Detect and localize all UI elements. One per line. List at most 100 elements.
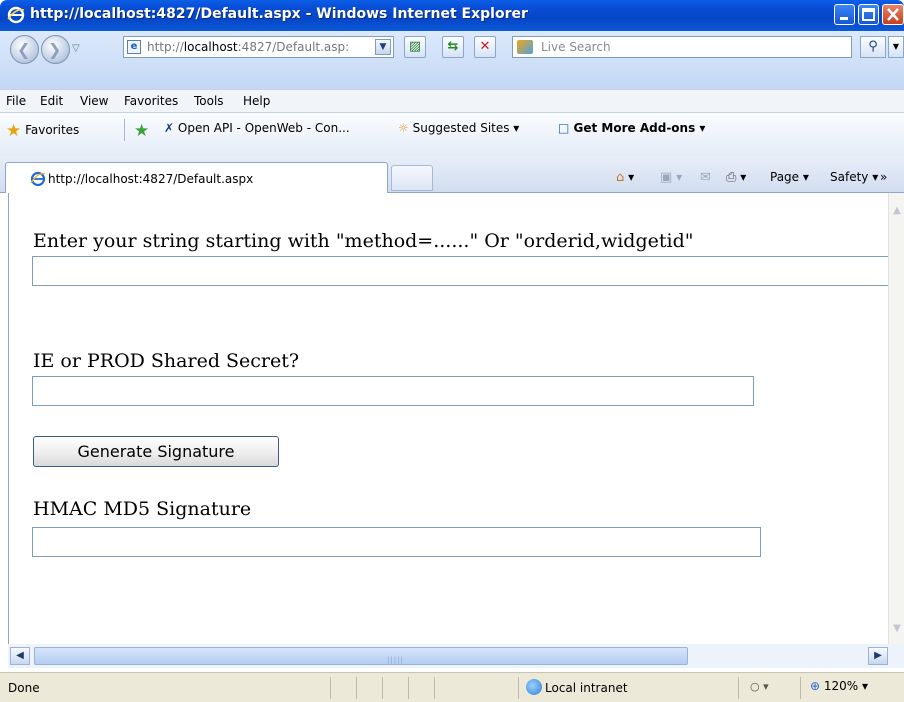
signature-output-field[interactable]: [32, 527, 761, 557]
scroll-down-arrow-icon[interactable]: ▼: [890, 623, 904, 639]
refresh-button[interactable]: ⇆: [442, 36, 464, 58]
divider: [124, 119, 125, 141]
maximize-icon: [862, 8, 875, 21]
magnifier-icon: ⚲: [868, 39, 878, 54]
protected-mode-button[interactable]: ○ ▾: [750, 680, 769, 693]
ie-page-icon: □: [558, 121, 570, 135]
favorite-link-suggested-sites[interactable]: ☼ Suggested Sites ▾: [398, 121, 519, 135]
mail-icon: ✉: [700, 170, 711, 185]
status-divider: [356, 677, 357, 699]
status-divider: [330, 677, 331, 699]
navigation-toolbar: ❮ ❯ ▽ e http://localhost:4827/Default.as…: [0, 31, 904, 89]
generate-signature-button[interactable]: Generate Signature: [33, 436, 279, 467]
menu-bar: File Edit View Favorites Tools Help: [0, 89, 904, 113]
print-button[interactable]: ⎙ ▾: [726, 170, 746, 185]
back-button[interactable]: ❮: [10, 35, 39, 64]
forward-button[interactable]: ❯: [41, 35, 70, 64]
status-bar: Done Local intranet ○ ▾ ⊕ 120% ▾: [0, 672, 904, 702]
menu-view[interactable]: View: [80, 94, 108, 108]
home-button[interactable]: ⌂ ▾: [616, 170, 634, 185]
page-content: Enter your string starting with "method=…: [8, 193, 889, 644]
address-dropdown-button[interactable]: ▼: [375, 39, 391, 55]
forward-arrow-icon: ❯: [48, 40, 62, 59]
favorites-star-icon: ★: [6, 121, 22, 141]
search-options-dropdown[interactable]: ▼: [888, 36, 904, 58]
internet-explorer-icon: [7, 6, 25, 24]
feeds-button[interactable]: ▣ ▾: [660, 170, 682, 185]
shared-secret-field[interactable]: [32, 376, 754, 406]
shared-secret-label: IE or PROD Shared Secret?: [33, 350, 300, 372]
input-string-field[interactable]: [32, 256, 889, 286]
safety-menu[interactable]: Safety ▾: [830, 170, 878, 184]
status-divider: [518, 677, 519, 699]
more-commands-button[interactable]: »: [880, 170, 900, 184]
stop-button[interactable]: ✕: [474, 36, 496, 58]
window-title: http://localhost:4827/Default.aspx - Win…: [30, 6, 528, 22]
menu-edit[interactable]: Edit: [40, 94, 63, 108]
status-divider: [382, 677, 383, 699]
address-url[interactable]: http://localhost:4827/Default.asp:: [147, 40, 362, 54]
favorite-link-label: Suggested Sites ▾: [412, 121, 520, 135]
minimize-icon: [840, 17, 848, 20]
refresh-icon: ⇆: [447, 39, 459, 54]
favorites-label: Favorites: [25, 123, 80, 137]
openweb-icon: ✗: [164, 121, 175, 135]
scroll-right-arrow-icon[interactable]: ▶: [868, 647, 888, 665]
status-divider: [434, 677, 435, 699]
compatibility-icon: ▨: [408, 39, 422, 54]
tab-row: http://localhost:4827/Default.aspx ⌂ ▾ ▣…: [0, 157, 904, 193]
add-favorite-icon: ★: [134, 121, 150, 141]
favorite-link-label: Open API - OpenWeb - Con...: [177, 121, 350, 135]
status-divider: [738, 677, 739, 699]
horizontal-scroll-thumb[interactable]: |||||: [34, 647, 688, 665]
favorite-link-label: Get More Add-ons ▾: [573, 121, 706, 135]
page-icon: e: [127, 40, 141, 54]
home-icon: ⌂: [616, 170, 625, 185]
favorites-button[interactable]: ★ Favorites: [6, 121, 79, 141]
live-search-icon: [517, 40, 533, 54]
maximize-button[interactable]: [858, 4, 879, 25]
stop-icon: ✕: [479, 39, 491, 54]
mail-button[interactable]: ✉: [700, 170, 711, 185]
tab-title: http://localhost:4827/Default.aspx: [48, 172, 254, 186]
scroll-up-arrow-icon[interactable]: ▲: [890, 205, 904, 221]
tab-active[interactable]: http://localhost:4827/Default.aspx: [5, 162, 388, 193]
close-button[interactable]: [882, 4, 904, 25]
title-bar[interactable]: http://localhost:4827/Default.aspx - Win…: [0, 0, 904, 31]
zone-label: Local intranet: [545, 681, 628, 695]
input-string-label: Enter your string starting with "method=…: [33, 230, 694, 252]
search-placeholder: Live Search: [541, 40, 611, 54]
recent-pages-dropdown[interactable]: ▽: [72, 43, 80, 54]
security-zone[interactable]: Local intranet: [526, 679, 628, 695]
internet-explorer-icon: [30, 171, 46, 187]
horizontal-scrollbar[interactable]: ◀ ||||| ▶: [8, 644, 904, 668]
rss-icon: ▣: [660, 170, 673, 185]
printer-icon: ⎙: [726, 170, 737, 185]
status-text: Done: [8, 681, 40, 695]
close-icon: [887, 8, 899, 21]
favorite-link-get-addons[interactable]: □ Get More Add-ons ▾: [558, 121, 705, 135]
menu-file[interactable]: File: [6, 94, 26, 108]
menu-tools[interactable]: Tools: [194, 94, 224, 108]
zoom-level: 120%: [823, 679, 859, 693]
signature-label: HMAC MD5 Signature: [33, 498, 252, 520]
page-menu[interactable]: Page ▾: [770, 170, 809, 184]
address-bar[interactable]: e http://localhost:4827/Default.asp: ▼: [123, 36, 394, 58]
compatibility-view-button[interactable]: ▨: [404, 36, 426, 58]
status-divider: [408, 677, 409, 699]
new-tab-button[interactable]: [391, 165, 433, 191]
minimize-button[interactable]: [834, 4, 855, 25]
add-to-favorites-bar-button[interactable]: ★: [134, 121, 149, 141]
search-box[interactable]: Live Search: [512, 36, 852, 58]
status-divider: [800, 677, 801, 699]
favorite-link-openweb[interactable]: ✗ Open API - OpenWeb - Con...: [164, 121, 350, 135]
scroll-left-arrow-icon[interactable]: ◀: [10, 647, 30, 665]
menu-help[interactable]: Help: [243, 94, 270, 108]
zoom-button[interactable]: ⊕ 120% ▾: [810, 679, 868, 693]
search-button[interactable]: ⚲: [860, 36, 886, 58]
menu-favorites[interactable]: Favorites: [124, 94, 178, 108]
favorites-bar: ★ Favorites ★ ✗ Open API - OpenWeb - Con…: [0, 113, 904, 157]
globe-icon: [526, 679, 542, 695]
lock-icon: ○: [750, 680, 760, 693]
vertical-scrollbar[interactable]: ▲ ▼: [888, 193, 904, 644]
